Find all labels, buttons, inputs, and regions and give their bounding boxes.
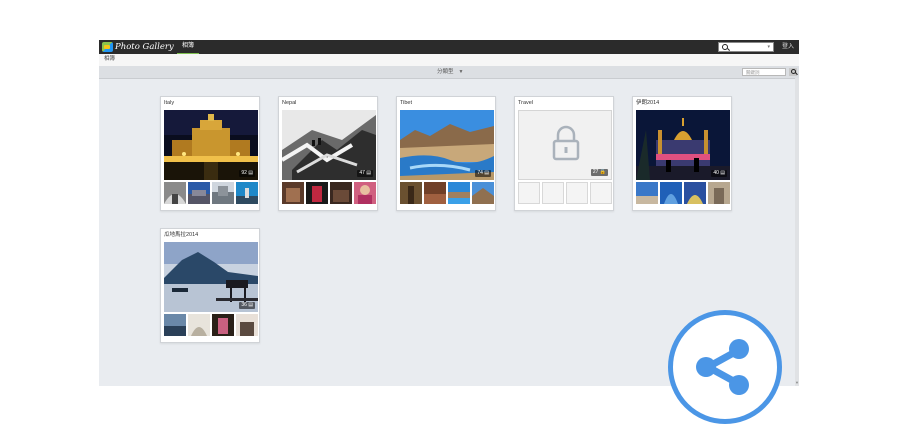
share-icon: [696, 339, 749, 395]
thumbnail-row: [164, 314, 258, 336]
thumbnail-row: [164, 182, 258, 204]
photo-count-badge: 27 🔒: [590, 169, 608, 176]
album-card-nepal[interactable]: Nepal 47 ▤: [278, 96, 378, 211]
photo-count-badge: 74 ▤: [475, 170, 491, 177]
photo-count: 74: [477, 170, 483, 176]
photo-count-badge: 47 ▤: [357, 170, 373, 177]
album-card-tibet[interactable]: Tibet 74 ▤: [396, 96, 496, 211]
thumbnail[interactable]: [282, 182, 304, 204]
thumbnail[interactable]: [354, 182, 376, 204]
top-bar: Photo Gallery 相簿 ▾ 登入: [99, 40, 799, 55]
thumbnail-row: [400, 182, 494, 204]
photo-gallery-logo-icon[interactable]: [102, 42, 113, 52]
thumbnail[interactable]: [400, 182, 422, 204]
sort-dropdown[interactable]: 分類型 ▼: [437, 66, 463, 78]
photo-count: 47: [359, 170, 365, 176]
album-cover-image[interactable]: 40 ▤: [636, 110, 730, 180]
photo-count-badge: 40 ▤: [711, 170, 727, 177]
chevron-down-icon: ▼: [458, 69, 464, 75]
thumbnail[interactable]: [164, 314, 186, 336]
photo-count: 92: [241, 170, 247, 176]
login-link[interactable]: 登入: [782, 40, 794, 54]
thumbnail[interactable]: [212, 314, 234, 336]
album-title[interactable]: Italy: [164, 100, 174, 107]
thumbnail[interactable]: [448, 182, 470, 204]
thumbnail[interactable]: [660, 182, 682, 204]
scrollbar[interactable]: [795, 78, 799, 386]
album-title[interactable]: Tibet: [400, 100, 412, 107]
thumbnail-placeholder: [590, 182, 612, 204]
search-icon: [790, 69, 796, 74]
sort-label: 分類型: [437, 69, 454, 75]
album-cover-image[interactable]: 92 ▤: [164, 110, 258, 180]
album-card-travel[interactable]: Travel 27 🔒: [514, 96, 614, 211]
thumbnail-row: [518, 182, 612, 204]
album-title[interactable]: Travel: [518, 100, 533, 107]
photo-count-badge: 92 ▤: [239, 170, 255, 177]
album-cover-image[interactable]: 36 ▤: [164, 242, 258, 312]
thumbnail[interactable]: [306, 182, 328, 204]
thumbnail-row: [636, 182, 730, 204]
thumbnail[interactable]: [236, 182, 258, 204]
search-input[interactable]: ▾: [718, 42, 774, 52]
album-cover-image[interactable]: 47 ▤: [282, 110, 376, 180]
photo-count: 40: [713, 170, 719, 176]
scroll-down-icon[interactable]: ▼: [795, 380, 799, 385]
album-cover-image[interactable]: 74 ▤: [400, 110, 494, 180]
thumbnail[interactable]: [708, 182, 730, 204]
photo-count-badge: 36 ▤: [239, 302, 255, 309]
album-title[interactable]: 伊朗2014: [636, 100, 659, 107]
thumbnail-placeholder: [566, 182, 588, 204]
share-button[interactable]: [668, 310, 782, 424]
thumbnail[interactable]: [684, 182, 706, 204]
chevron-down-icon[interactable]: ▾: [767, 44, 770, 51]
album-title[interactable]: 瓜地馬拉2014: [164, 232, 198, 239]
thumbnail[interactable]: [188, 182, 210, 204]
filter-search-button[interactable]: [789, 68, 797, 76]
album-card-iran-2014[interactable]: 伊朗2014 40 ▤: [632, 96, 732, 211]
filter-input[interactable]: 關鍵詞: [742, 68, 786, 76]
breadcrumb[interactable]: 相簿: [104, 54, 115, 65]
thumbnail[interactable]: [330, 182, 352, 204]
album-cover-locked[interactable]: 27 🔒: [518, 110, 612, 180]
photo-count: 36: [241, 302, 247, 308]
app-title[interactable]: Photo Gallery: [115, 41, 174, 53]
thumbnail[interactable]: [636, 182, 658, 204]
album-card-italy[interactable]: Italy 92 ▤: [160, 96, 260, 211]
thumbnail[interactable]: [472, 182, 494, 204]
thumbnail[interactable]: [188, 314, 210, 336]
thumbnail-placeholder: [542, 182, 564, 204]
album-toolbar: 分類型 ▼ 關鍵詞: [99, 66, 799, 79]
thumbnail[interactable]: [424, 182, 446, 204]
photo-count: 27: [592, 169, 599, 175]
thumbnail-placeholder: [518, 182, 540, 204]
album-card-guatemala-2014[interactable]: 瓜地馬拉2014 36 ▤: [160, 228, 260, 343]
thumbnail[interactable]: [164, 182, 186, 204]
thumbnail-row: [282, 182, 376, 204]
album-title[interactable]: Nepal: [282, 100, 296, 107]
thumbnail[interactable]: [236, 314, 258, 336]
tab-albums[interactable]: 相簿: [177, 40, 200, 55]
search-icon: [722, 44, 728, 50]
thumbnail[interactable]: [212, 182, 234, 204]
